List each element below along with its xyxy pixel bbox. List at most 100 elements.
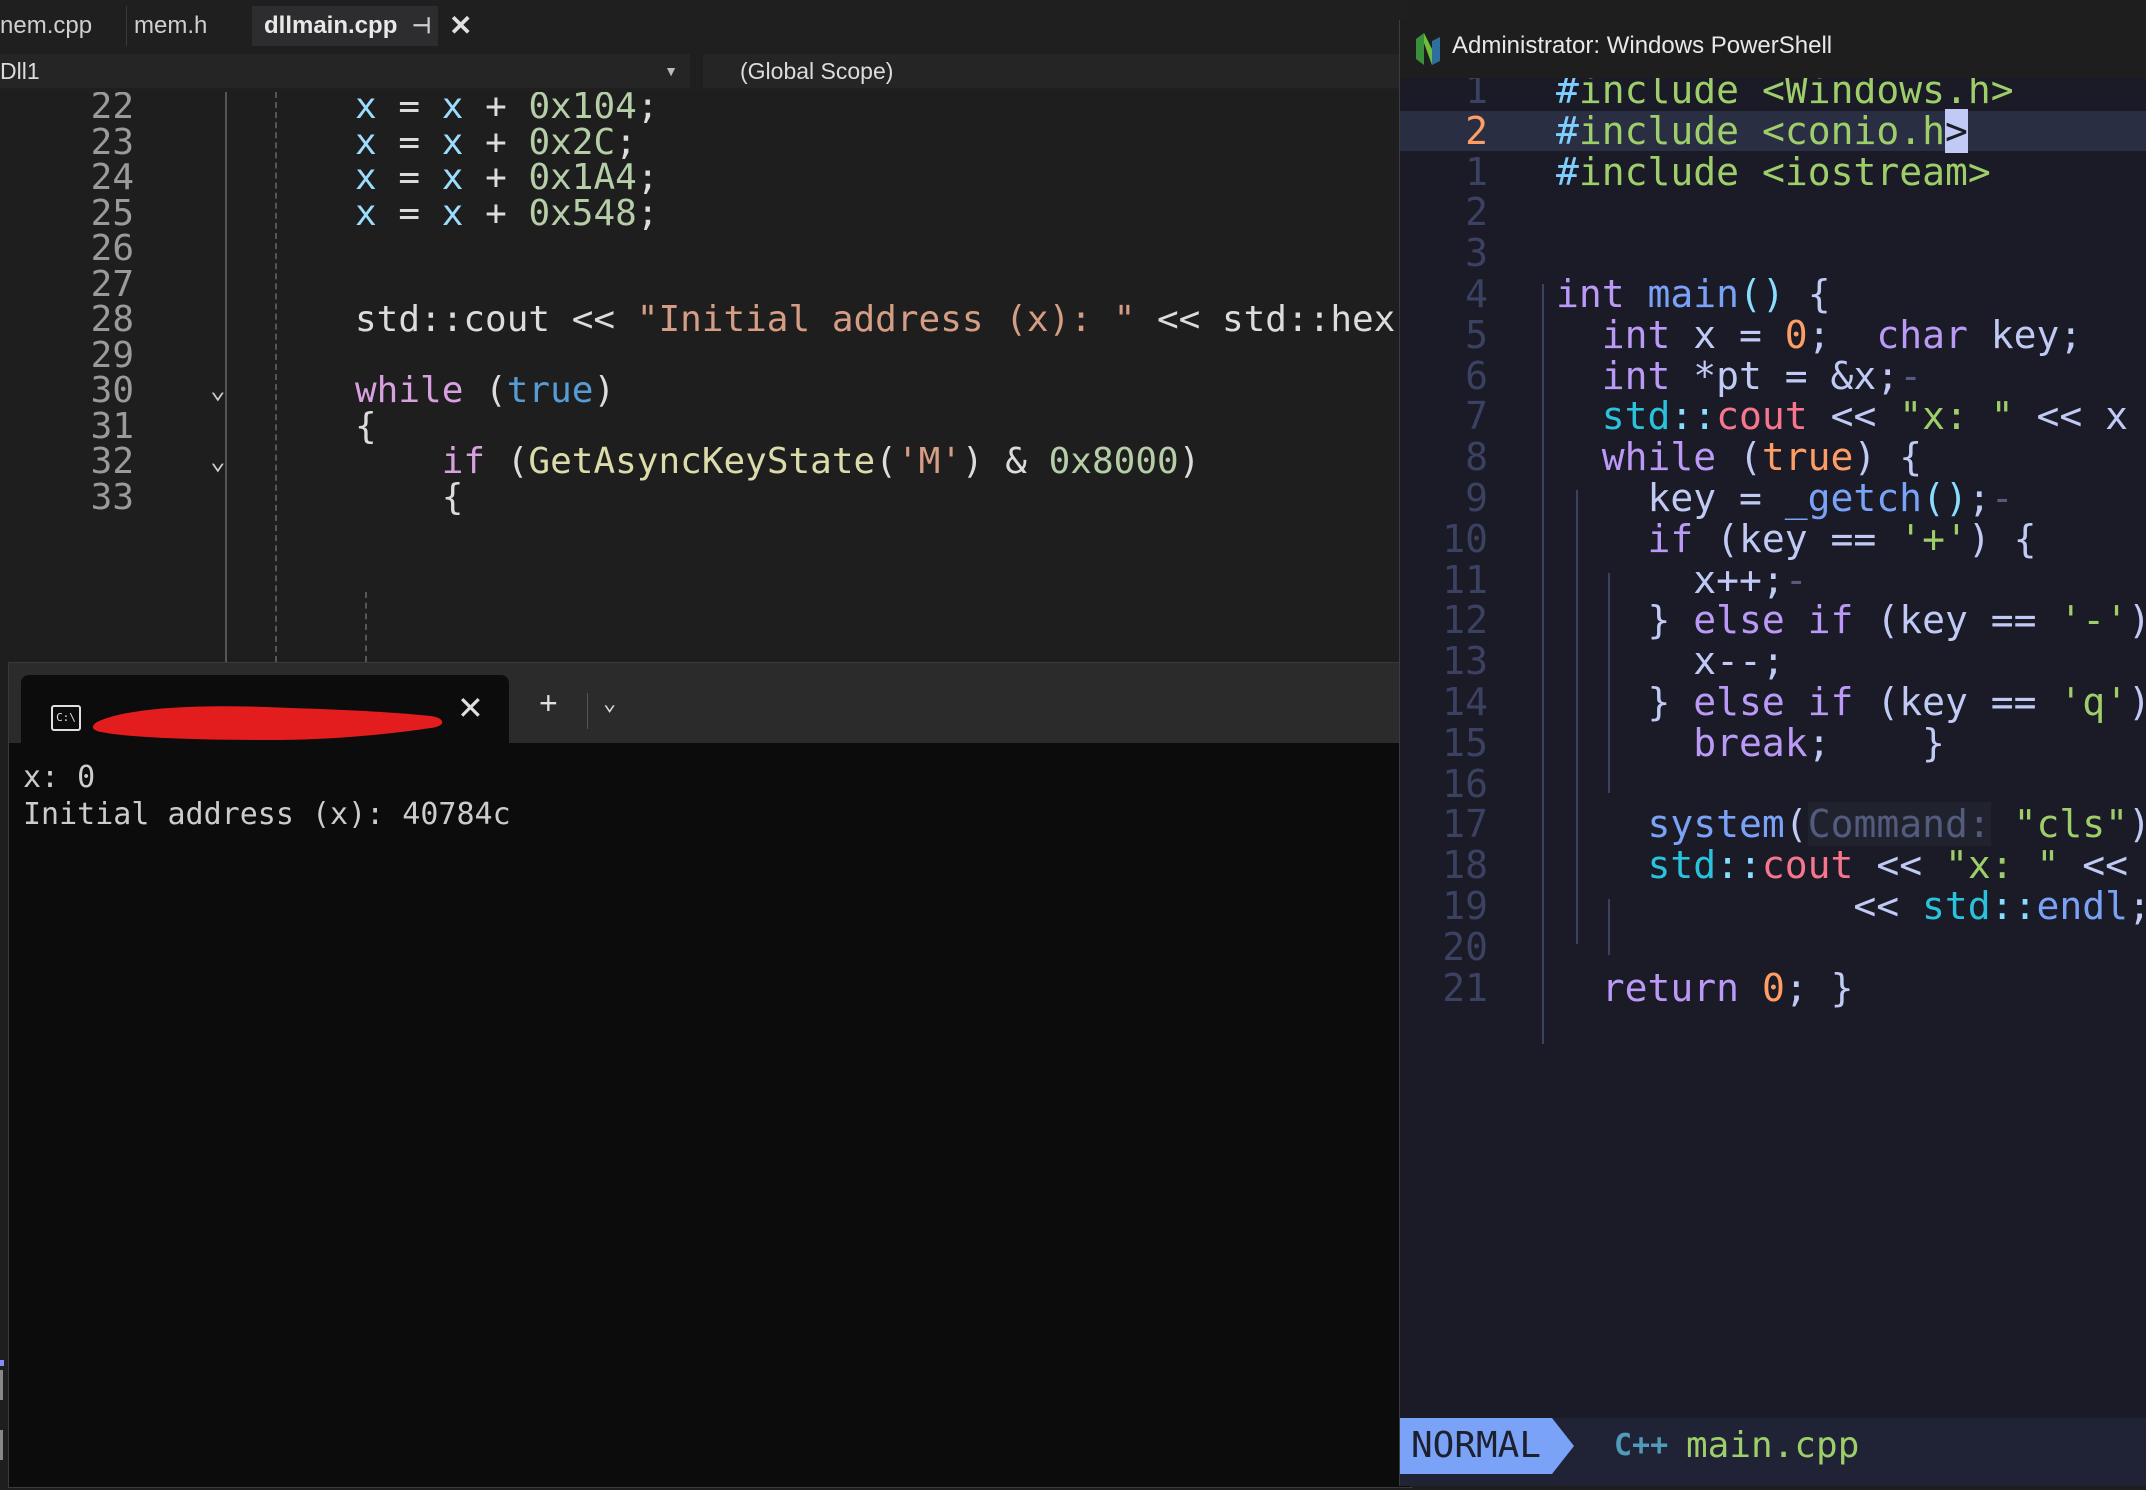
- code-token: 0: [1761, 965, 1785, 1010]
- code-token: -: [1899, 353, 1923, 398]
- code-token: include: [1578, 149, 1740, 194]
- line-number: 20: [1442, 924, 1488, 969]
- terminal-tab[interactable]: C:\ ✕: [21, 675, 509, 743]
- code-token: ::: [1670, 394, 1717, 439]
- code-token: main: [1647, 272, 1740, 316]
- code-text: break; }: [1556, 723, 1945, 763]
- code-line: 12 } else if (key == '-'): [1400, 600, 2146, 640]
- code-line: 2 #include <conio.h>: [1400, 108, 2146, 153]
- code-token: #: [1556, 149, 1579, 194]
- code-token: include: [1578, 78, 1740, 112]
- code-token: 'q': [2059, 680, 2128, 724]
- code-token: {: [355, 476, 464, 518]
- indent-guide: [365, 592, 367, 662]
- code-token: >: [1944, 108, 1968, 153]
- separator: [1552, 1418, 1574, 1474]
- tab-mem-h[interactable]: mem.h: [128, 6, 257, 46]
- line-number: 8: [1465, 435, 1488, 480]
- code-token: std: [1601, 394, 1671, 439]
- code-token: else if: [1693, 598, 1854, 643]
- powershell-window: Administrator: Windows PowerShell 1 #incl…: [1399, 20, 2146, 1486]
- tab-mem-cpp[interactable]: nem.cpp: [0, 6, 127, 46]
- line-number: 4: [1465, 272, 1488, 316]
- code-line: 33 {: [0, 473, 1410, 522]
- code-text: x++;-: [1556, 560, 1807, 600]
- code-text: int x = 0; char key;: [1556, 315, 2082, 355]
- line-number: 6: [1465, 353, 1488, 398]
- close-icon[interactable]: ✕: [449, 6, 472, 46]
- code-line: 20: [1400, 927, 2146, 967]
- scope-dropdown[interactable]: (Global Scope): [703, 54, 1410, 88]
- chevron-down-icon[interactable]: ⌄: [603, 691, 616, 716]
- code-token: '-': [2059, 598, 2128, 643]
- code-token: (: [1784, 802, 1808, 847]
- code-line: 7 std::cout << "x: " << x <: [1400, 396, 2146, 436]
- code-token: char: [1876, 312, 1968, 357]
- code-line: 19 << std::endl;: [1400, 886, 2146, 926]
- code-token: (: [1716, 435, 1762, 480]
- code-token: Command:: [1807, 802, 1991, 847]
- output-line: x: 0: [23, 760, 96, 795]
- code-token: ;: [1967, 476, 1991, 520]
- mode-indicator: NORMAL: [1400, 1418, 1552, 1474]
- line-number: 9: [1465, 476, 1488, 520]
- code-line: 18 std::cout << "x: " << x: [1400, 845, 2146, 885]
- close-icon[interactable]: ✕: [457, 689, 484, 727]
- line-number: 21: [1442, 965, 1488, 1010]
- code-token: (key ==: [1853, 680, 2060, 724]
- tab-dllmain-cpp[interactable]: dllmain.cpp ⊣ ✕: [252, 6, 472, 46]
- navigation-bar: Dll1 ▼ (Global Scope): [0, 50, 1410, 93]
- code-line: 15 break; }: [1400, 723, 2146, 763]
- code-text: int *pt = &x;-: [1556, 356, 1922, 396]
- code-token: cout: [1716, 394, 1808, 439]
- code-text: {: [355, 473, 464, 522]
- project-dropdown[interactable]: Dll1 ▼: [0, 54, 690, 88]
- code-text: x--;: [1556, 641, 1785, 681]
- terminal-output[interactable]: x: 0 Initial address (x): 40784c: [23, 759, 511, 833]
- new-tab-button[interactable]: +: [539, 685, 558, 722]
- code-line: 11 x++;-: [1400, 560, 2146, 600]
- code-token: <Windows.h>: [1761, 78, 2014, 112]
- code-token: #: [1556, 108, 1579, 153]
- pin-icon[interactable]: ⊣: [412, 6, 431, 46]
- code-text: } else if (key == '-'): [1556, 600, 2146, 640]
- editor-tab-bar: nem.cpp mem.h dllmain.cpp ⊣ ✕: [0, 0, 1410, 50]
- line-number: 19: [1442, 884, 1488, 928]
- code-token: (): [1739, 272, 1785, 316]
- line-number: 14: [1442, 680, 1488, 724]
- terminal-icon: C:\: [51, 705, 81, 731]
- code-editor[interactable]: 22 x = x + 0x104; 23 x = x + 0x2C; 24 x = x +…: [0, 92, 1410, 662]
- code-text: while (true) {: [1556, 437, 1922, 477]
- code-token: x--;: [1556, 639, 1785, 684]
- code-token: <<: [1853, 843, 1945, 888]
- code-token: int: [1601, 312, 1671, 357]
- scope-name: (Global Scope): [740, 58, 894, 84]
- code-token: else if: [1693, 680, 1854, 724]
- code-text: if (key == '+') {: [1556, 516, 2037, 561]
- code-text: int main() {: [1556, 274, 1831, 314]
- code-token: x =: [1670, 312, 1785, 357]
- code-token: "x: ": [1944, 843, 2060, 888]
- code-token: endl: [2036, 884, 2128, 928]
- neovim-buffer[interactable]: 1 #include <Windows.h> 2 #include <conio.h>…: [1400, 78, 2146, 1418]
- code-token: 0: [1784, 312, 1808, 357]
- code-token: ; }: [1784, 965, 1854, 1010]
- indent-guide: [1608, 899, 1610, 955]
- code-line: 17 system(Command: "cls");: [1400, 802, 2146, 847]
- terminal-window: C:\ ✕ + ⌄ x: 0 Initial address (x): 40784…: [8, 662, 1412, 1488]
- tab-label: dllmain.cpp: [264, 12, 398, 39]
- code-text: return 0; }: [1556, 965, 1854, 1010]
- code-token: (): [1922, 476, 1968, 520]
- code-token: if: [1647, 516, 1694, 561]
- code-line: 21 return 0; }: [1400, 968, 2146, 1008]
- code-token: ;: [1807, 312, 1877, 357]
- window-title-bar[interactable]: Administrator: Windows PowerShell: [1400, 20, 2146, 78]
- code-token: << x: [2082, 843, 2128, 888]
- code-line: 9 key = _getch();-: [1400, 478, 2146, 518]
